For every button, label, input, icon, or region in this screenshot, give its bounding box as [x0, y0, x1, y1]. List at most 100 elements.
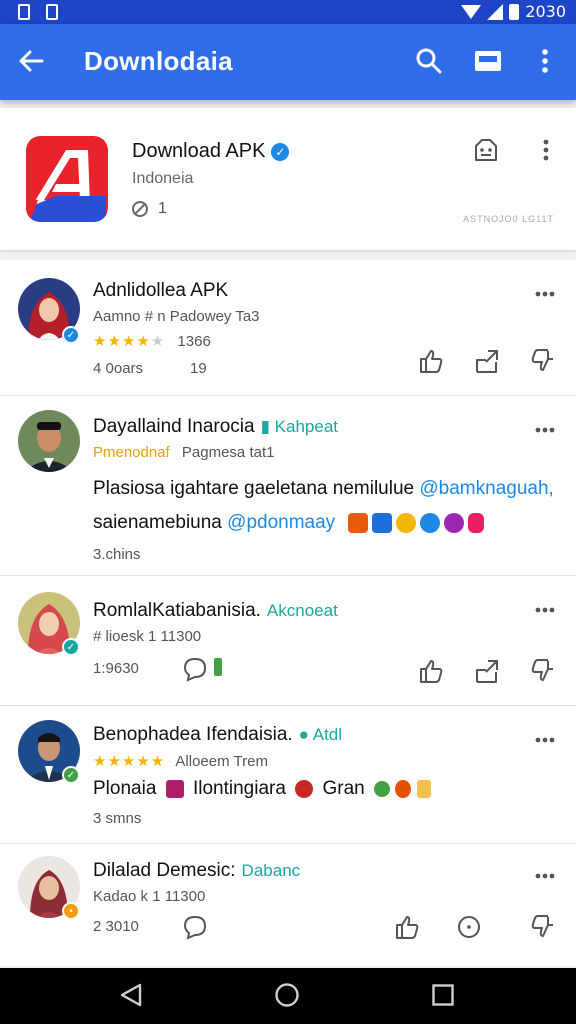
emoji-icon [420, 512, 441, 533]
share-icon[interactable] [474, 348, 500, 374]
emoji-icon [295, 779, 314, 798]
emoji-icon [444, 512, 465, 533]
rating-count: 1366 [177, 333, 211, 350]
notification-icon [18, 4, 30, 20]
comment-icon[interactable] [182, 914, 208, 940]
post-mention[interactable]: @pdonmaay [227, 512, 335, 533]
signal-icon [487, 3, 504, 20]
app-bar: Downlodaia [0, 24, 576, 100]
post-tag-text: Kahpeat [274, 417, 339, 436]
app-count-value: 1 [158, 200, 167, 217]
post-more-icon[interactable] [534, 736, 556, 744]
post-card: ✓ RomlalKatiabanisia. Akcnoeat # lioesk 1… [0, 576, 576, 706]
post-tag[interactable]: Akcnoeat [267, 601, 338, 620]
post-author: Dayallaind Inarocia ▮ Kahpeat [93, 416, 338, 438]
app-header-card: Download APK ✓ Indoneia 1 ASTNOJO0 LG11T [0, 108, 576, 250]
nav-recents-icon[interactable] [430, 982, 456, 1008]
emoji-icon [416, 779, 431, 798]
post-author-name: RomlalKatiabanisia. [93, 600, 261, 621]
verified-badge-icon: ✓ [62, 766, 80, 784]
emoji-icon [395, 779, 412, 798]
status-bar: 2030 [0, 0, 576, 24]
thumb-down-icon[interactable] [530, 348, 556, 374]
post-meta-secondary: 19 [190, 360, 207, 377]
emoji-row [348, 512, 485, 533]
post-more-icon[interactable] [534, 872, 556, 880]
post-card: Dayallaind Inarocia ▮ Kahpeat Pmenodnaf P… [0, 396, 576, 576]
battery-status-icon [214, 658, 222, 676]
inbox-icon[interactable] [473, 46, 503, 76]
rating-stars: ★★★★★ [93, 753, 166, 770]
post-body-text: Plonaia [93, 778, 157, 799]
post-feed: ✓ Adnlidollea APK Aamno # n Padowey Ta3 … [0, 260, 576, 966]
post-tag-text: Atdl [312, 725, 343, 744]
thumb-up-icon[interactable] [418, 658, 444, 684]
emoji-icon [396, 512, 417, 533]
thumb-up-icon[interactable] [394, 914, 420, 940]
post-body-text: Gran [322, 778, 365, 799]
post-more-icon[interactable] [534, 426, 556, 434]
emoji-icon [348, 512, 369, 533]
blocked-icon [132, 201, 148, 217]
post-author-name: Dayallaind Inarocia [93, 416, 255, 437]
back-arrow-icon[interactable] [16, 46, 46, 76]
app-name: Download APK ✓ [132, 140, 290, 163]
post-body-line1: Plasiosa igahtare gaeletana nemilulue @b… [93, 472, 554, 506]
comment-icon[interactable] [182, 656, 208, 682]
emoji-icon [468, 512, 485, 533]
post-card: ✓ Adnlidollea APK Aamno # n Padowey Ta3 … [0, 260, 576, 396]
nav-back-icon[interactable] [118, 982, 144, 1008]
post-subtitle: Pmenodnaf Pagmesa tat1 [93, 444, 274, 461]
post-meta: 3.chins [93, 546, 141, 563]
post-body: Plonaia Ilontingiara Gran [93, 772, 431, 806]
post-author: Dilalad Demesic: Dabanc [93, 860, 300, 882]
post-subtitle: Kadao k 1 11300 [93, 888, 206, 905]
phone-icon [46, 4, 58, 20]
share-icon[interactable] [474, 658, 500, 684]
search-icon[interactable] [414, 46, 444, 76]
verified-badge-icon: ✓ [62, 326, 80, 344]
post-tag[interactable]: ▮ Kahpeat [261, 417, 338, 436]
emoji-icon [165, 779, 184, 798]
post-subtitle: ★★★★★ Alloeem Trem [93, 752, 268, 770]
post-meta: 4 0oars [93, 360, 144, 377]
app-name-text: Download APK [132, 140, 266, 162]
nav-home-icon[interactable] [274, 982, 300, 1008]
app-count: 1 [132, 200, 167, 218]
post-mention[interactable]: @bamknaguah, [419, 478, 553, 499]
app-logo[interactable] [26, 136, 108, 222]
thumb-down-icon[interactable] [530, 658, 556, 684]
post-tag[interactable]: Dabanc [242, 861, 301, 880]
app-subtitle: Indoneia [132, 170, 194, 187]
post-subtitle-text: Pagmesa tat1 [181, 444, 275, 461]
emoji-icon [374, 780, 390, 797]
verified-icon: ✓ [271, 142, 290, 161]
rating-stars: ★★★★★ [93, 333, 166, 350]
post-more-icon[interactable] [534, 290, 556, 298]
status-badge-icon: • [62, 902, 80, 920]
post-subtitle-accent: Pmenodnaf [93, 444, 170, 461]
more-vert-icon[interactable] [530, 46, 560, 76]
post-author: Adnlidollea APK [93, 280, 229, 301]
verified-badge-icon: ✓ [62, 638, 80, 656]
post-author: RomlalKatiabanisia. Akcnoeat [93, 600, 338, 622]
post-more-icon[interactable] [534, 606, 556, 614]
system-nav-bar [0, 968, 576, 1024]
post-card: ✓ Benophadea Ifendaisia. ● Atdl ★★★★★ All… [0, 706, 576, 844]
post-subtitle: # lioesk 1 11300 [93, 628, 202, 645]
app-caption: ASTNOJO0 LG11T [463, 214, 554, 224]
post-rating: ★★★★★ 1366 [93, 332, 211, 350]
status-left-icons [18, 4, 58, 20]
share-icon[interactable] [472, 136, 500, 164]
app-more-icon[interactable] [534, 138, 558, 162]
post-tag[interactable]: ● Atdl [299, 725, 342, 744]
post-subtitle: Aamno # n Padowey Ta3 [93, 308, 260, 325]
thumb-down-icon[interactable] [530, 914, 556, 940]
post-body-text: Ilontingiara [192, 778, 286, 799]
avatar[interactable] [18, 410, 80, 472]
status-time: 2030 [525, 2, 566, 21]
battery-icon [509, 3, 520, 20]
thumb-up-icon[interactable] [418, 348, 444, 374]
post-body-text: Plasiosa igahtare gaeletana nemilulue [93, 478, 420, 499]
info-icon[interactable] [456, 914, 482, 940]
